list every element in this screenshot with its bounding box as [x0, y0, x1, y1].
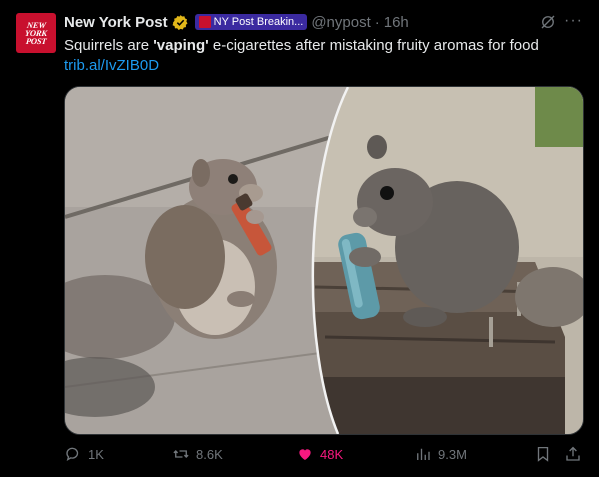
views-icon	[417, 448, 430, 460]
verified-badge-icon[interactable]	[172, 14, 189, 31]
post-text-start: Squirrels are	[64, 37, 154, 54]
share-button[interactable]	[564, 444, 582, 464]
views-button[interactable]: 9.3M	[414, 444, 467, 464]
post-media[interactable]	[64, 86, 584, 435]
bookmark-button[interactable]	[534, 444, 552, 464]
heart-icon	[299, 449, 311, 460]
repost-icon	[173, 450, 189, 458]
repost-button[interactable]: 8.6K	[172, 444, 223, 464]
avatar[interactable]: NEW YORK POST	[16, 13, 56, 53]
right-photo	[313, 87, 583, 434]
share-icon	[566, 446, 580, 461]
media-collage	[65, 87, 583, 434]
post-text-end: e-cigarettes after mistaking fruity arom…	[208, 37, 539, 54]
post-header: New York Post NY Post Breakin... @nypost…	[64, 12, 583, 32]
header-separator: ·	[374, 13, 380, 31]
more-icon[interactable]: ···	[564, 12, 583, 30]
views-count: 9.3M	[438, 446, 467, 462]
affiliate-logo-icon	[198, 16, 211, 28]
like-count: 48K	[320, 446, 344, 462]
post-text: Squirrels are 'vaping' e-cigarettes afte…	[64, 36, 584, 56]
post-timestamp[interactable]: 16h	[384, 14, 409, 31]
repost-count: 8.6K	[196, 446, 223, 462]
reply-count: 1K	[88, 446, 104, 462]
post-text-bold: 'vaping'	[153, 37, 209, 54]
author-name[interactable]: New York Post	[64, 14, 168, 31]
grok-icon[interactable]	[539, 13, 557, 31]
affiliate-badge[interactable]: NY Post Breakin...	[194, 14, 308, 30]
reply-button[interactable]: 1K	[64, 444, 104, 464]
like-button[interactable]: 48K	[296, 444, 343, 464]
affiliate-label: NY Post Breakin...	[213, 16, 304, 28]
post-link[interactable]: trib.al/IvZIB0D	[64, 56, 159, 76]
author-handle[interactable]: @nypost	[311, 14, 370, 31]
reply-icon	[66, 447, 79, 462]
action-bar: 1K 8.6K 48K 9.3M	[64, 444, 582, 464]
avatar-line-3: POST	[25, 36, 47, 46]
bookmark-icon	[537, 446, 549, 462]
